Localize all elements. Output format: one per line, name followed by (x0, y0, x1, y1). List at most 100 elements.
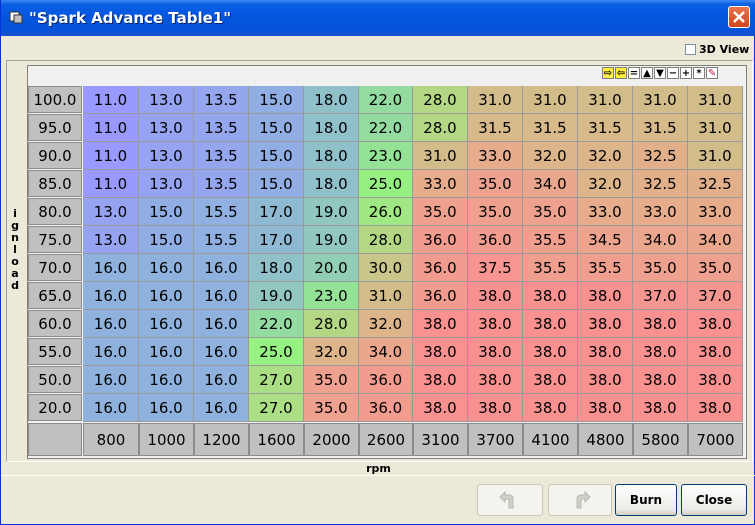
table-cell[interactable]: 16.0 (194, 394, 249, 422)
subtract-button[interactable]: − (667, 67, 679, 79)
table-cell[interactable]: 13.0 (139, 142, 194, 170)
table-cell[interactable]: 31.0 (413, 142, 468, 170)
table-cell[interactable]: 28.0 (304, 310, 359, 338)
table-cell[interactable]: 13.5 (194, 114, 249, 142)
table-cell[interactable]: 35.5 (523, 226, 578, 254)
table-cell[interactable]: 32.0 (578, 142, 633, 170)
table-cell[interactable]: 16.0 (194, 282, 249, 310)
table-cell[interactable]: 15.0 (139, 226, 194, 254)
redo-button[interactable] (548, 484, 612, 516)
table-cell[interactable]: 33.0 (578, 198, 633, 226)
table-cell[interactable]: 11.0 (83, 170, 139, 198)
table-cell[interactable]: 32.5 (633, 142, 688, 170)
table-cell[interactable]: 25.0 (359, 170, 413, 198)
table-cell[interactable]: 38.0 (523, 282, 578, 310)
table-cell[interactable]: 38.0 (578, 366, 633, 394)
table-cell[interactable]: 11.0 (83, 86, 139, 114)
table-cell[interactable]: 31.0 (578, 86, 633, 114)
table-cell[interactable]: 17.0 (249, 226, 304, 254)
table-cell[interactable]: 31.0 (523, 86, 578, 114)
table-cell[interactable]: 35.0 (688, 254, 743, 282)
table-cell[interactable]: 35.0 (633, 254, 688, 282)
table-cell[interactable]: 35.0 (413, 198, 468, 226)
table-cell[interactable]: 34.5 (578, 226, 633, 254)
table-cell[interactable]: 15.0 (249, 114, 304, 142)
table-cell[interactable]: 15.0 (249, 170, 304, 198)
table-cell[interactable]: 38.0 (633, 338, 688, 366)
edit-pencil-icon[interactable]: ✎ (706, 67, 718, 79)
add-button[interactable]: + (680, 67, 692, 79)
table-cell[interactable]: 31.0 (688, 142, 743, 170)
table-cell[interactable]: 16.0 (83, 394, 139, 422)
table-cell[interactable]: 23.0 (359, 142, 413, 170)
table-cell[interactable]: 16.0 (139, 282, 194, 310)
table-cell[interactable]: 32.5 (688, 170, 743, 198)
table-cell[interactable]: 38.0 (523, 310, 578, 338)
table-cell[interactable]: 35.5 (578, 254, 633, 282)
table-cell[interactable]: 38.0 (523, 338, 578, 366)
table-cell[interactable]: 16.0 (83, 310, 139, 338)
table-cell[interactable]: 38.0 (413, 310, 468, 338)
table-cell[interactable]: 16.0 (139, 254, 194, 282)
table-cell[interactable]: 16.0 (139, 366, 194, 394)
table-cell[interactable]: 16.0 (139, 394, 194, 422)
set-equal-button[interactable]: = (628, 67, 640, 79)
table-cell[interactable]: 38.0 (413, 394, 468, 422)
table-cell[interactable]: 38.0 (578, 310, 633, 338)
table-cell[interactable]: 28.0 (413, 114, 468, 142)
table-cell[interactable]: 38.0 (578, 282, 633, 310)
table-cell[interactable]: 22.0 (359, 86, 413, 114)
table-cell[interactable]: 31.5 (578, 114, 633, 142)
table-cell[interactable]: 31.5 (523, 114, 578, 142)
table-cell[interactable]: 38.0 (633, 394, 688, 422)
table-cell[interactable]: 33.0 (413, 170, 468, 198)
table-cell[interactable]: 36.0 (359, 394, 413, 422)
table-cell[interactable]: 16.0 (194, 366, 249, 394)
table-cell[interactable]: 35.0 (523, 198, 578, 226)
table-cell[interactable]: 36.0 (413, 254, 468, 282)
table-cell[interactable]: 30.0 (359, 254, 413, 282)
table-cell[interactable]: 23.0 (304, 282, 359, 310)
table-cell[interactable]: 26.0 (359, 198, 413, 226)
table-cell[interactable]: 18.0 (249, 254, 304, 282)
table-cell[interactable]: 22.0 (359, 114, 413, 142)
table-cell[interactable]: 35.0 (304, 394, 359, 422)
shift-left-button[interactable]: ⇦ (615, 67, 627, 79)
table-cell[interactable]: 38.0 (413, 366, 468, 394)
table-cell[interactable]: 16.0 (83, 254, 139, 282)
close-button[interactable]: Close (681, 484, 747, 516)
table-cell[interactable]: 34.0 (523, 170, 578, 198)
table-cell[interactable]: 38.0 (633, 366, 688, 394)
table-cell[interactable]: 15.0 (139, 198, 194, 226)
table-cell[interactable]: 35.0 (304, 366, 359, 394)
table-cell[interactable]: 38.0 (633, 310, 688, 338)
3d-view-toggle[interactable]: 3D View (685, 41, 749, 57)
table-cell[interactable]: 13.0 (139, 170, 194, 198)
table-cell[interactable]: 13.0 (83, 198, 139, 226)
table-cell[interactable]: 35.5 (523, 254, 578, 282)
burn-button[interactable]: Burn (615, 484, 677, 516)
table-cell[interactable]: 38.0 (578, 394, 633, 422)
table-cell[interactable]: 38.0 (468, 338, 523, 366)
table-cell[interactable]: 16.0 (83, 282, 139, 310)
table-cell[interactable]: 31.0 (688, 86, 743, 114)
table-cell[interactable]: 27.0 (249, 394, 304, 422)
table-cell[interactable]: 31.5 (633, 114, 688, 142)
table-cell[interactable]: 31.5 (468, 114, 523, 142)
table-cell[interactable]: 36.0 (413, 282, 468, 310)
table-cell[interactable]: 19.0 (249, 282, 304, 310)
table-cell[interactable]: 11.0 (83, 142, 139, 170)
table-cell[interactable]: 18.0 (304, 114, 359, 142)
table-cell[interactable]: 11.0 (83, 114, 139, 142)
table-cell[interactable]: 19.0 (304, 226, 359, 254)
table-cell[interactable]: 38.0 (413, 338, 468, 366)
table-cell[interactable]: 17.0 (249, 198, 304, 226)
table-cell[interactable]: 31.0 (468, 86, 523, 114)
table-cell[interactable]: 37.5 (468, 254, 523, 282)
table-cell[interactable]: 33.0 (688, 198, 743, 226)
table-cell[interactable]: 36.0 (468, 226, 523, 254)
table-cell[interactable]: 16.0 (139, 338, 194, 366)
table-cell[interactable]: 38.0 (688, 338, 743, 366)
table-cell[interactable]: 16.0 (194, 310, 249, 338)
table-cell[interactable]: 13.5 (194, 142, 249, 170)
